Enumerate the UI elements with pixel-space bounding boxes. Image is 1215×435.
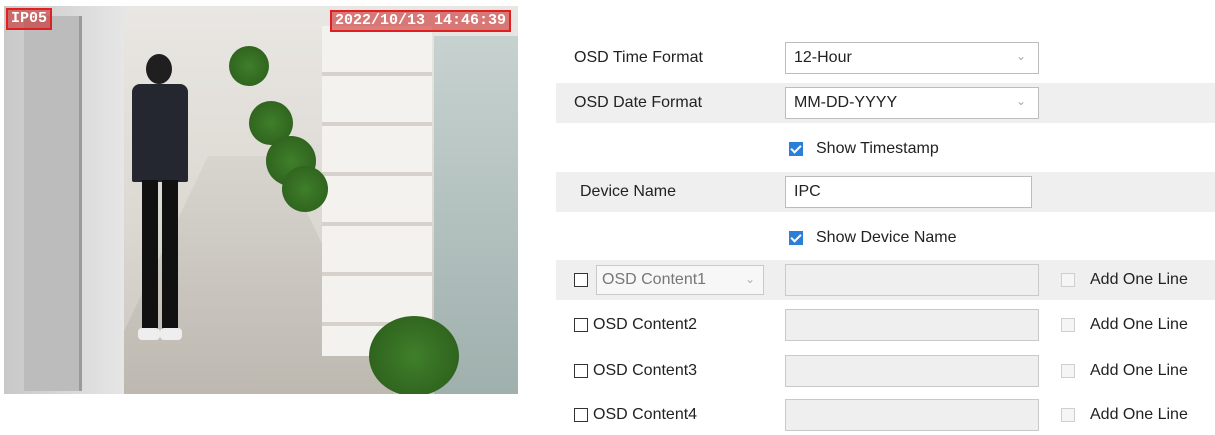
add-one-line-checkbox[interactable] bbox=[1061, 318, 1075, 332]
device-name-label: Device Name bbox=[580, 183, 677, 200]
date-format-select[interactable]: MM-DD-YYYY ⌄ bbox=[785, 87, 1039, 119]
osd-device-name-overlay[interactable]: IP05 bbox=[6, 8, 53, 30]
add-one-line-label: Add One Line bbox=[1090, 316, 1188, 333]
device-name-input[interactable]: IPC bbox=[785, 176, 1032, 208]
show-timestamp-label: Show Timestamp bbox=[816, 140, 939, 157]
osd-content1-select[interactable]: OSD Content1 ⌄ bbox=[596, 265, 764, 295]
date-format-value: MM-DD-YYYY bbox=[794, 94, 898, 111]
plant bbox=[369, 316, 459, 394]
chevron-down-icon: ⌄ bbox=[1015, 49, 1026, 63]
osd-content3-row: OSD Content3 Add One Line bbox=[556, 351, 1215, 391]
osd-content1-row: OSD Content1 ⌄ Add One Line bbox=[556, 260, 1215, 300]
chevron-down-icon: ⌄ bbox=[744, 272, 755, 286]
chevron-down-icon: ⌄ bbox=[1015, 94, 1026, 108]
camera-preview: IP05 2022/10/13 14:46:39 bbox=[4, 6, 518, 394]
time-format-select[interactable]: 12-Hour ⌄ bbox=[785, 42, 1039, 74]
add-one-line-checkbox[interactable] bbox=[1061, 408, 1075, 422]
plant bbox=[229, 46, 269, 86]
time-format-value: 12-Hour bbox=[794, 49, 852, 66]
show-device-name-row: Show Device Name bbox=[556, 218, 1215, 258]
time-format-label: OSD Time Format bbox=[574, 49, 703, 66]
osd-content3-label: OSD Content3 bbox=[593, 362, 698, 379]
date-format-row: OSD Date Format MM-DD-YYYY ⌄ bbox=[556, 83, 1215, 123]
add-one-line-label: Add One Line bbox=[1090, 406, 1188, 423]
bookshelf bbox=[322, 26, 432, 356]
date-format-label: OSD Date Format bbox=[574, 94, 703, 111]
osd-content3-checkbox[interactable] bbox=[574, 364, 588, 378]
osd-content1-label: OSD Content1 bbox=[602, 271, 707, 288]
osd-content2-row: OSD Content2 Add One Line bbox=[556, 305, 1215, 345]
osd-content2-label: OSD Content2 bbox=[593, 316, 698, 333]
add-one-line-label: Add One Line bbox=[1090, 362, 1188, 379]
add-one-line-checkbox[interactable] bbox=[1061, 364, 1075, 378]
device-name-row: Device Name IPC bbox=[556, 172, 1215, 212]
time-format-row: OSD Time Format 12-Hour ⌄ bbox=[556, 38, 1215, 78]
add-one-line-label: Add One Line bbox=[1090, 271, 1188, 288]
osd-content4-row: OSD Content4 Add One Line bbox=[556, 395, 1215, 435]
osd-timestamp-overlay[interactable]: 2022/10/13 14:46:39 bbox=[330, 10, 512, 32]
osd-content2-input[interactable] bbox=[785, 309, 1039, 341]
osd-content4-checkbox[interactable] bbox=[574, 408, 588, 422]
device-name-value: IPC bbox=[794, 183, 821, 200]
osd-content1-checkbox[interactable] bbox=[574, 273, 588, 287]
door bbox=[24, 16, 82, 391]
add-one-line-checkbox[interactable] bbox=[1061, 273, 1075, 287]
plant bbox=[282, 166, 328, 212]
person bbox=[132, 54, 188, 344]
osd-content3-input[interactable] bbox=[785, 355, 1039, 387]
show-device-name-label: Show Device Name bbox=[816, 229, 957, 246]
osd-content4-input[interactable] bbox=[785, 399, 1039, 431]
show-timestamp-checkbox[interactable] bbox=[789, 142, 803, 156]
show-device-name-checkbox[interactable] bbox=[789, 231, 803, 245]
osd-content2-checkbox[interactable] bbox=[574, 318, 588, 332]
osd-content1-input[interactable] bbox=[785, 264, 1039, 296]
osd-content4-label: OSD Content4 bbox=[593, 406, 698, 423]
show-timestamp-row: Show Timestamp bbox=[556, 129, 1215, 169]
